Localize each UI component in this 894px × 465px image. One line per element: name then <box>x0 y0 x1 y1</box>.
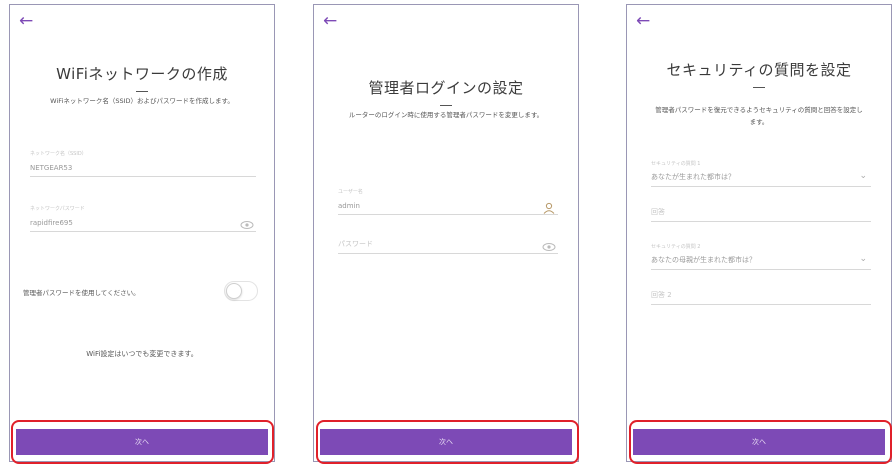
username-label: ユーザー名 <box>338 189 363 195</box>
wifi-password-label: ネットワークパスワード <box>30 206 85 212</box>
answer-2-placeholder: 回答 2 <box>651 291 672 299</box>
admin-password-field[interactable]: パスワード <box>338 230 558 254</box>
wifi-password-field[interactable]: ネットワークパスワード rapidfire695 <box>30 206 256 232</box>
wifi-network-screen: ← WiFiネットワークの作成 WiFiネットワーク名（SSID）およびパスワー… <box>9 4 275 462</box>
user-icon <box>542 199 556 214</box>
chevron-down-icon: ⌄ <box>859 254 867 264</box>
next-button[interactable]: 次へ <box>16 429 268 455</box>
ssid-label: ネットワーク名（SSID） <box>30 151 87 157</box>
page-description: WiFiネットワーク名（SSID）およびパスワードを作成します。 <box>50 97 234 105</box>
wifi-password-value: rapidfire695 <box>30 219 73 227</box>
next-button[interactable]: 次へ <box>633 429 885 455</box>
page-description: ルーターのログイン時に使用する管理者パスワードを変更します。 <box>348 111 544 119</box>
title-divider <box>753 87 765 88</box>
page-title: セキュリティの質問を設定 <box>666 61 852 79</box>
ssid-value: NETGEAR53 <box>30 164 73 172</box>
chevron-down-icon: ⌄ <box>859 171 867 181</box>
security-question-2-select[interactable]: セキュリティの質問 2 あなたの母親が生まれた都市は？ ⌄ <box>651 244 871 270</box>
security-question-2-label: セキュリティの質問 2 <box>651 244 701 250</box>
username-value: admin <box>338 202 360 210</box>
back-arrow-icon[interactable]: ← <box>323 13 337 30</box>
admin-password-placeholder: パスワード <box>338 240 373 248</box>
security-question-screen: ← セキュリティの質問を設定 管理者パスワードを復元できるようセキュリティの質問… <box>626 4 892 462</box>
security-question-1-value: あなたが生まれた都市は？ <box>651 173 735 181</box>
back-arrow-icon[interactable]: ← <box>19 13 33 30</box>
username-field[interactable]: ユーザー名 admin <box>338 189 558 215</box>
admin-password-toggle-label: 管理者パスワードを使用してください。 <box>23 289 140 297</box>
title-divider <box>440 105 452 106</box>
page-title: 管理者ログインの設定 <box>368 79 524 97</box>
answer-1-field[interactable]: 回答 <box>651 198 871 222</box>
answer-1-placeholder: 回答 <box>651 208 665 216</box>
admin-password-toggle[interactable] <box>224 281 258 301</box>
ssid-field[interactable]: ネットワーク名（SSID） NETGEAR53 <box>30 151 256 177</box>
admin-password-toggle-row: 管理者パスワードを使用してください。 <box>23 281 258 303</box>
back-arrow-icon[interactable]: ← <box>636 13 650 30</box>
security-question-1-label: セキュリティの質問 1 <box>651 161 701 167</box>
next-button[interactable]: 次へ <box>320 429 572 455</box>
admin-login-screen: ← 管理者ログインの設定 ルーターのログイン時に使用する管理者パスワードを変更し… <box>313 4 579 462</box>
eye-icon[interactable] <box>240 216 254 229</box>
answer-2-field[interactable]: 回答 2 <box>651 281 871 305</box>
page-title: WiFiネットワークの作成 <box>56 65 228 83</box>
page-description: 管理者パスワードを復元できるようセキュリティの質問と回答を設定します。 <box>655 106 863 126</box>
security-question-1-select[interactable]: セキュリティの質問 1 あなたが生まれた都市は？ ⌄ <box>651 161 871 187</box>
title-divider <box>136 91 148 92</box>
eye-icon[interactable] <box>542 238 556 251</box>
security-question-2-value: あなたの母親が生まれた都市は？ <box>651 256 756 264</box>
toggle-knob <box>226 283 242 299</box>
wifi-settings-note: WiFi設定はいつでも変更できます。 <box>86 350 198 358</box>
